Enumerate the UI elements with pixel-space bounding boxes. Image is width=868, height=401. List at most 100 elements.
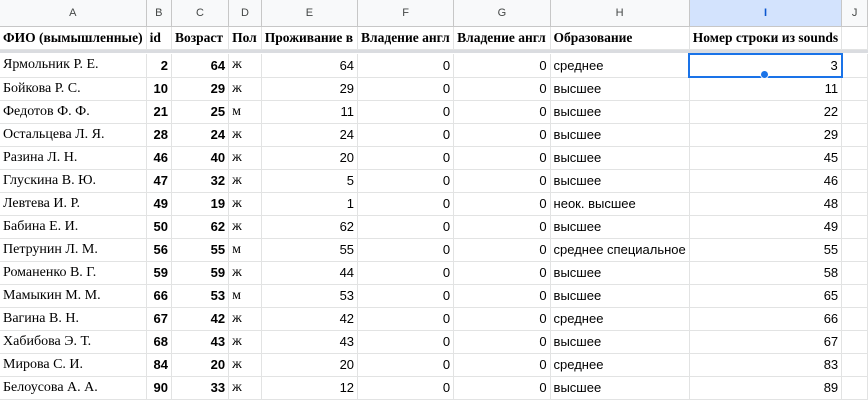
cell-d[interactable]: ж <box>228 307 262 331</box>
cell-f[interactable]: 0 <box>357 353 455 377</box>
cell-a[interactable]: Федотов Ф. Ф. <box>0 100 147 124</box>
cell-d[interactable]: ж <box>228 77 262 101</box>
cell-f[interactable]: 0 <box>357 238 455 262</box>
cell-b[interactable]: 84 <box>146 353 172 377</box>
cell-b[interactable]: 68 <box>146 330 172 354</box>
cell-f[interactable]: 0 <box>357 100 455 124</box>
cell-h[interactable]: высшее <box>550 169 690 193</box>
cell-f[interactable]: 0 <box>357 192 455 216</box>
cell-f[interactable]: 0 <box>357 261 455 285</box>
cell-a[interactable]: Петрунин Л. М. <box>0 238 147 262</box>
cell-a[interactable]: Ярмольник Р. Е. <box>0 54 147 78</box>
cell-j[interactable] <box>841 215 868 239</box>
cell-f[interactable]: 0 <box>357 215 455 239</box>
cell-d[interactable]: ж <box>228 215 262 239</box>
cell-i[interactable]: 46 <box>689 169 843 193</box>
cell-e[interactable]: 12 <box>261 376 359 400</box>
cell-g[interactable]: 0 <box>453 169 551 193</box>
cell-i[interactable]: 83 <box>689 353 843 377</box>
cell-b[interactable]: 46 <box>146 146 172 170</box>
cell-a[interactable]: Бойкова Р. С. <box>0 77 147 101</box>
cell-g[interactable]: 0 <box>453 100 551 124</box>
cell-j[interactable] <box>841 77 868 101</box>
cell-a[interactable]: Мирова С. И. <box>0 353 147 377</box>
cell-c[interactable]: 20 <box>171 353 230 377</box>
column-header-g[interactable]: G <box>453 0 551 27</box>
column-header-i[interactable]: I <box>689 0 843 27</box>
cell-h[interactable]: среднее <box>550 307 690 331</box>
cell-b[interactable]: 50 <box>146 215 172 239</box>
column-header-c[interactable]: C <box>171 0 230 27</box>
cell-j[interactable] <box>841 284 868 308</box>
cell-h[interactable]: неок. высшее <box>550 192 690 216</box>
cell-j[interactable] <box>841 330 868 354</box>
cell-c[interactable]: 53 <box>171 284 230 308</box>
header-cell-h[interactable]: Образование <box>550 26 690 50</box>
cell-i[interactable]: 65 <box>689 284 843 308</box>
cell-f[interactable]: 0 <box>357 77 455 101</box>
cell-g[interactable]: 0 <box>453 238 551 262</box>
cell-e[interactable]: 20 <box>261 146 359 170</box>
cell-a[interactable]: Белоусова А. А. <box>0 376 147 400</box>
cell-f[interactable]: 0 <box>357 307 455 331</box>
column-header-a[interactable]: A <box>0 0 147 27</box>
cell-a[interactable]: Хабибова Э. Т. <box>0 330 147 354</box>
cell-g[interactable]: 0 <box>453 54 551 78</box>
cell-b[interactable]: 59 <box>146 261 172 285</box>
cell-e[interactable]: 5 <box>261 169 359 193</box>
cell-g[interactable]: 0 <box>453 284 551 308</box>
header-cell-j[interactable] <box>841 26 868 50</box>
cell-c[interactable]: 55 <box>171 238 230 262</box>
header-cell-f[interactable]: Владение англ <box>357 26 455 50</box>
cell-e[interactable]: 20 <box>261 353 359 377</box>
cell-b[interactable]: 2 <box>146 54 172 78</box>
cell-i[interactable]: 11 <box>689 77 843 101</box>
cell-j[interactable] <box>841 238 868 262</box>
cell-i[interactable]: 89 <box>689 376 843 400</box>
cell-b[interactable]: 66 <box>146 284 172 308</box>
cell-c[interactable]: 24 <box>171 123 230 147</box>
header-cell-a[interactable]: ФИО (вымышленные) <box>0 26 147 50</box>
cell-f[interactable]: 0 <box>357 284 455 308</box>
cell-g[interactable]: 0 <box>453 353 551 377</box>
cell-h[interactable]: высшее <box>550 77 690 101</box>
cell-b[interactable]: 21 <box>146 100 172 124</box>
cell-d[interactable]: ж <box>228 353 262 377</box>
cell-i[interactable]: 29 <box>689 123 843 147</box>
cell-c[interactable]: 64 <box>171 54 230 78</box>
cell-g[interactable]: 0 <box>453 307 551 331</box>
header-cell-d[interactable]: Пол <box>228 26 262 50</box>
cell-h[interactable]: среднее специальное <box>550 238 690 262</box>
cell-h[interactable]: высшее <box>550 376 690 400</box>
cell-a[interactable]: Мамыкин М. М. <box>0 284 147 308</box>
cell-i[interactable]: 67 <box>689 330 843 354</box>
cell-h[interactable]: высшее <box>550 100 690 124</box>
cell-d[interactable]: ж <box>228 123 262 147</box>
cell-f[interactable]: 0 <box>357 376 455 400</box>
cell-c[interactable]: 25 <box>171 100 230 124</box>
cell-j[interactable] <box>841 307 868 331</box>
cell-f[interactable]: 0 <box>357 169 455 193</box>
cell-i[interactable]: 45 <box>689 146 843 170</box>
cell-a[interactable]: Вагина В. Н. <box>0 307 147 331</box>
cell-b[interactable]: 10 <box>146 77 172 101</box>
cell-h[interactable]: высшее <box>550 261 690 285</box>
cell-d[interactable]: м <box>228 284 262 308</box>
cell-b[interactable]: 47 <box>146 169 172 193</box>
cell-e[interactable]: 42 <box>261 307 359 331</box>
cell-h[interactable]: среднее <box>550 353 690 377</box>
cell-b[interactable]: 49 <box>146 192 172 216</box>
cell-c[interactable]: 32 <box>171 169 230 193</box>
cell-g[interactable]: 0 <box>453 215 551 239</box>
cell-g[interactable]: 0 <box>453 330 551 354</box>
cell-h[interactable]: высшее <box>550 146 690 170</box>
cell-d[interactable]: ж <box>228 146 262 170</box>
cell-d[interactable]: м <box>228 100 262 124</box>
cell-d[interactable]: м <box>228 238 262 262</box>
cell-a[interactable]: Левтева И. Р. <box>0 192 147 216</box>
cell-a[interactable]: Глускина В. Ю. <box>0 169 147 193</box>
cell-h[interactable]: высшее <box>550 284 690 308</box>
cell-j[interactable] <box>841 169 868 193</box>
cell-j[interactable] <box>841 261 868 285</box>
cell-i[interactable]: 22 <box>689 100 843 124</box>
